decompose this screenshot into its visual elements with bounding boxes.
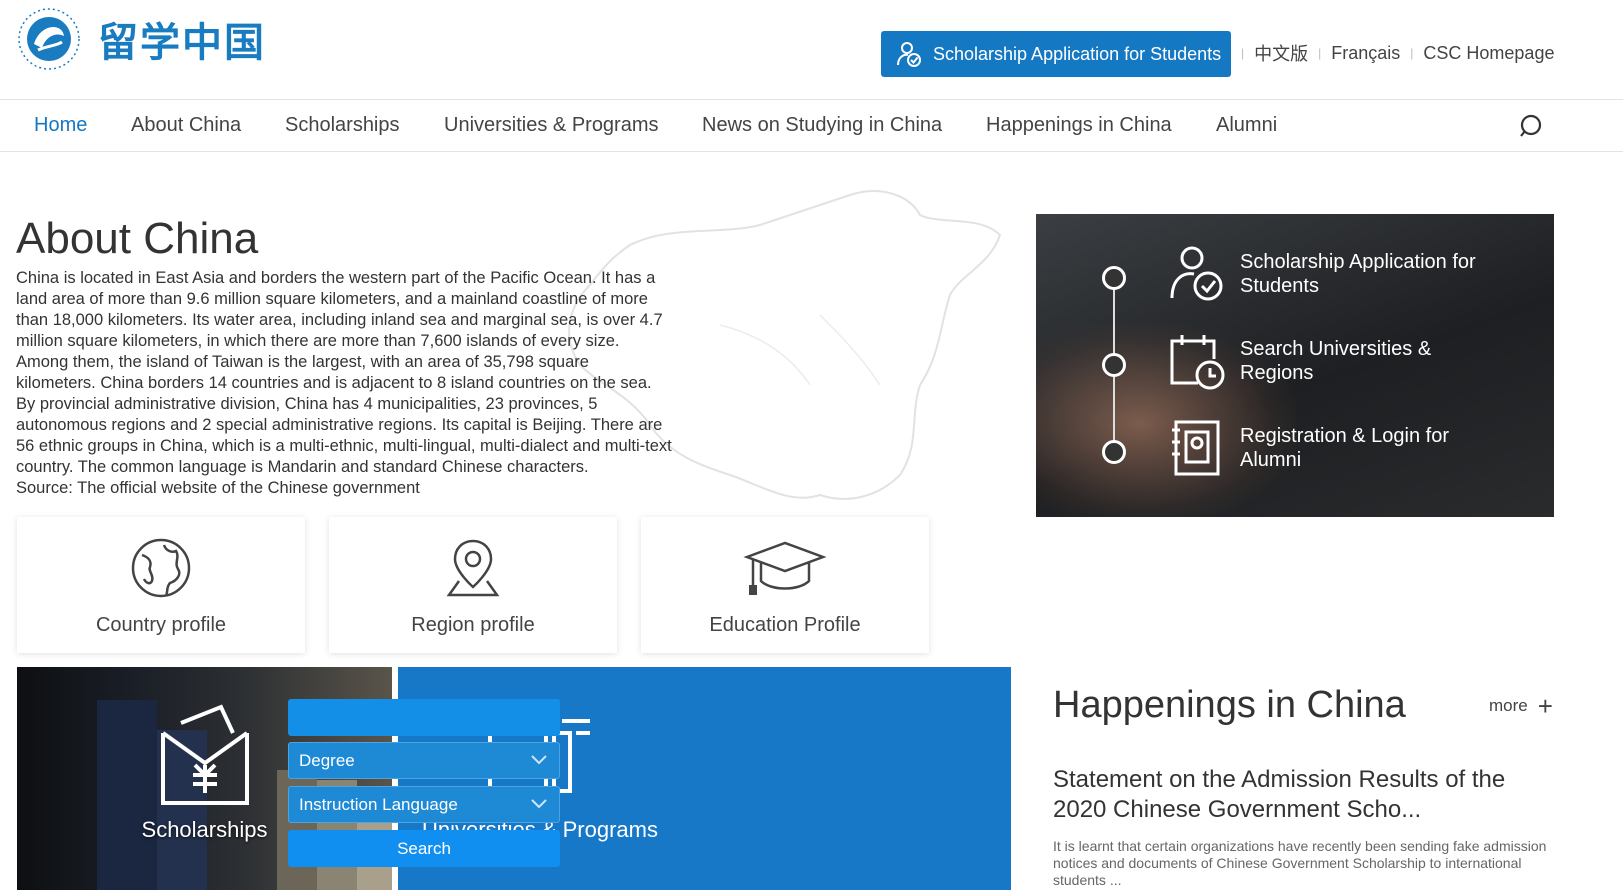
quick-link-label: Scholarship Application for Students xyxy=(1240,251,1476,297)
nav-universities-programs[interactable]: Universities & Programs xyxy=(444,114,659,137)
separator: | xyxy=(1410,46,1414,60)
scholarship-application-button[interactable]: Scholarship Application for Students xyxy=(881,31,1231,77)
chevron-down-icon xyxy=(531,799,547,809)
country-profile-label: Country profile xyxy=(95,614,227,636)
link-chinese[interactable]: 中文版 xyxy=(1254,40,1308,66)
quick-link-label: Registration & Login for Alumni xyxy=(1240,425,1450,471)
happenings-summary: It is learnt that certain organizations … xyxy=(1053,838,1547,888)
site-header: 留学中国 Scholarship Application for Student… xyxy=(0,0,1623,100)
timeline-dot xyxy=(1102,440,1126,464)
language-links: | 中文版 | Français | CSC Homepage xyxy=(1231,40,1554,66)
education-profile-label: Education Profile xyxy=(709,614,861,636)
quick-link-alumni-login[interactable]: Registration & Login for Alumni xyxy=(1168,418,1510,478)
timeline-dot xyxy=(1102,353,1126,377)
education-profile-card[interactable]: Education Profile xyxy=(641,517,929,653)
timeline-dot xyxy=(1102,266,1126,290)
region-profile-card[interactable]: Region profile xyxy=(329,517,617,653)
nav-about-china[interactable]: About China xyxy=(131,114,241,137)
link-csc-homepage[interactable]: CSC Homepage xyxy=(1423,43,1554,64)
happenings-headline[interactable]: Statement on the Admission Results of th… xyxy=(1053,765,1553,825)
quick-link-label: Search Universities & Regions xyxy=(1240,338,1432,384)
globe-icon xyxy=(131,538,191,598)
language-select-value: Instruction Language xyxy=(299,794,458,814)
university-search-input[interactable] xyxy=(288,699,560,736)
nav-scholarships[interactable]: Scholarships xyxy=(285,114,400,137)
nav-home[interactable]: Home xyxy=(34,114,87,137)
map-pin-icon xyxy=(446,539,500,597)
university-search-button[interactable]: Search xyxy=(288,830,560,867)
chevron-down-icon xyxy=(531,755,547,765)
calendar-clock-icon xyxy=(1170,335,1225,390)
quick-link-search-universities[interactable]: Search Universities & Regions xyxy=(1168,331,1510,391)
nav-news-studying[interactable]: News on Studying in China xyxy=(702,114,942,137)
yuan-envelope-icon xyxy=(161,704,249,805)
site-logo[interactable]: 留学中国 xyxy=(16,6,266,72)
plus-icon: + xyxy=(1537,691,1553,721)
region-profile-label: Region profile xyxy=(411,614,535,636)
degree-select[interactable]: Degree xyxy=(288,742,560,779)
country-profile-card[interactable]: Country profile xyxy=(17,517,305,653)
about-china-text: China is located in East Asia and border… xyxy=(16,269,672,497)
student-check-icon xyxy=(897,42,921,67)
separator: | xyxy=(1318,46,1322,60)
happenings-title: Happenings in China xyxy=(1053,684,1406,726)
instruction-language-select[interactable]: Instruction Language xyxy=(288,786,560,823)
about-china-title: About China xyxy=(16,214,259,263)
separator: | xyxy=(1241,46,1245,60)
nav-happenings[interactable]: Happenings in China xyxy=(986,114,1172,137)
apply-button-label: Scholarship Application for Students xyxy=(933,43,1222,64)
degree-select-value: Degree xyxy=(299,750,355,770)
search-icon[interactable] xyxy=(1518,114,1544,140)
quick-links-panel: Scholarship Application for Students Sea… xyxy=(1036,214,1554,517)
csc-emblem-icon xyxy=(18,8,80,70)
main-nav: Home About China Scholarships Universiti… xyxy=(0,101,1623,152)
logo-text: 留学中国 xyxy=(98,19,266,66)
more-label: more xyxy=(1489,696,1528,715)
nav-alumni[interactable]: Alumni xyxy=(1216,114,1277,137)
book-spine xyxy=(97,700,157,890)
link-french[interactable]: Français xyxy=(1331,43,1400,64)
quick-link-scholarship-application[interactable]: Scholarship Application for Students xyxy=(1168,244,1510,304)
graduation-cap-icon xyxy=(743,541,827,595)
happenings-more-link[interactable]: more + xyxy=(1489,691,1553,721)
student-check-icon xyxy=(1170,246,1223,301)
id-card-icon xyxy=(1172,420,1220,476)
